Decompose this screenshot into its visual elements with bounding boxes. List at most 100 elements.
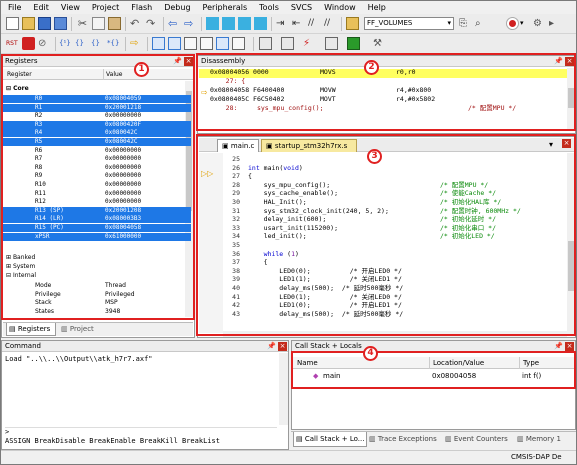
- register-row[interactable]: R14 (LR) 0x080003B3: [3, 215, 191, 224]
- code-line[interactable]: 37 {: [200, 258, 560, 266]
- step-into-icon[interactable]: {¹}: [59, 37, 72, 50]
- close-icon[interactable]: ×: [278, 342, 287, 351]
- editor-scrollbar[interactable]: [567, 153, 575, 335]
- tab-event-counters[interactable]: ▥ Event Counters: [445, 432, 513, 447]
- code-line[interactable]: 28 sys_mpu_config(); /* 配置MPU */: [200, 181, 560, 189]
- code-line[interactable]: 34 led_init(); /* 初始化LED */: [200, 232, 560, 240]
- pin-icon[interactable]: 📌: [267, 341, 276, 352]
- tab-call-stack[interactable]: ▤ Call Stack + Lo...: [293, 432, 367, 447]
- prev-bookmark-icon[interactable]: [222, 17, 235, 30]
- menu-view[interactable]: View: [54, 3, 85, 12]
- tab-list-chevron-icon[interactable]: ▾: [549, 140, 553, 149]
- save-icon[interactable]: [38, 17, 51, 30]
- next-bookmark-icon[interactable]: [238, 17, 251, 30]
- registers-window-icon[interactable]: [200, 37, 213, 50]
- tab-memory-1[interactable]: ▥ Memory 1: [517, 432, 574, 447]
- register-row[interactable]: R3 0x0800420F: [3, 120, 191, 129]
- register-value[interactable]: 0x00000000: [105, 181, 141, 189]
- redo-icon[interactable]: ↷: [146, 17, 159, 30]
- tab-registers[interactable]: ▤ Registers: [6, 323, 56, 336]
- bookmark-icon[interactable]: [206, 17, 219, 30]
- col-name[interactable]: Name: [297, 357, 318, 369]
- scroll-thumb[interactable]: [568, 88, 574, 108]
- more-icon[interactable]: ▸: [549, 17, 562, 30]
- debug-session-icon[interactable]: [506, 17, 519, 30]
- register-row[interactable]: R10 0x00000000: [3, 181, 191, 189]
- core-group[interactable]: ⊟ Core: [6, 85, 29, 92]
- incremental-find-icon[interactable]: ⎘: [459, 17, 472, 30]
- close-icon[interactable]: ×: [565, 57, 574, 66]
- register-row[interactable]: R4 0x080042C: [3, 129, 191, 138]
- chevron-down-icon[interactable]: ▾: [520, 19, 524, 27]
- system-group[interactable]: ⊞ System: [6, 263, 35, 270]
- disassembly-scrollbar[interactable]: [567, 68, 575, 131]
- disassembly-window-icon[interactable]: [168, 37, 181, 50]
- register-value[interactable]: 0x00000000: [105, 190, 141, 198]
- menu-edit[interactable]: Edit: [26, 3, 54, 12]
- code-line[interactable]: 31 sys_stm32_clock_init(240, 5, 2); /* 配置…: [200, 207, 560, 215]
- find-in-files-icon[interactable]: [346, 17, 359, 30]
- menu-tools[interactable]: Tools: [252, 3, 284, 12]
- step-out-icon[interactable]: {}: [91, 37, 104, 50]
- tab-trace-exceptions[interactable]: ▥ Trace Exceptions: [369, 432, 441, 447]
- register-value[interactable]: 0x00000000: [105, 172, 141, 180]
- editor-hscrollbar[interactable]: [223, 331, 567, 337]
- code-line[interactable]: 25: [200, 155, 560, 163]
- disassembly-line[interactable]: 0x08004056 0000 MOVS r0,r0: [210, 68, 565, 77]
- paste-icon[interactable]: [108, 17, 121, 30]
- tab-main-c[interactable]: ▣ main.c: [217, 139, 259, 152]
- register-row[interactable]: R1 0x20001218: [3, 103, 191, 112]
- nav-back-icon[interactable]: ⇦: [168, 17, 181, 30]
- stop-icon[interactable]: [22, 37, 35, 50]
- register-value[interactable]: 0x08004058: [105, 224, 141, 232]
- scroll-thumb[interactable]: [568, 241, 574, 291]
- col-location[interactable]: Location/Value: [429, 357, 484, 369]
- configure-icon[interactable]: ⚙: [533, 17, 546, 30]
- register-row[interactable]: R0 0x08004059: [3, 95, 191, 103]
- new-file-icon[interactable]: [6, 17, 19, 30]
- register-row[interactable]: R2 0x00000000: [3, 112, 191, 120]
- step-over-icon[interactable]: {}: [75, 37, 88, 50]
- close-icon[interactable]: ×: [565, 342, 574, 351]
- register-row[interactable]: R7 0x00000000: [3, 155, 191, 163]
- watch-window-icon[interactable]: [232, 37, 245, 50]
- reset-icon[interactable]: RST: [6, 37, 19, 50]
- run-to-cursor-icon[interactable]: *{}: [107, 37, 120, 50]
- code-line[interactable]: 27 {: [200, 172, 560, 180]
- col-register[interactable]: Register: [7, 69, 32, 80]
- register-value[interactable]: 0x00000000: [105, 147, 141, 155]
- find-combo[interactable]: FF_VOLUMES ▾: [364, 17, 454, 30]
- code-line[interactable]: 30 HAL_Init(); /* 初始化HAL库 */: [200, 198, 560, 206]
- register-value[interactable]: 0x080042C: [105, 138, 138, 146]
- register-row[interactable]: xPSR 0x61000000: [3, 232, 191, 241]
- trace-window-icon[interactable]: [325, 37, 338, 50]
- pin-icon[interactable]: 📌: [554, 341, 563, 352]
- register-row[interactable]: R9 0x00000000: [3, 172, 191, 180]
- save-all-icon[interactable]: [54, 17, 67, 30]
- show-next-statement-icon[interactable]: ⇨: [130, 37, 143, 50]
- menu-file[interactable]: File: [1, 3, 26, 12]
- disassembly-line[interactable]: 28: sys_mpu_config(); /* 配置MPU */: [210, 104, 565, 113]
- code-line[interactable]: 39 LED1(1); /* 关闭LED1 */: [200, 275, 560, 283]
- menu-debug[interactable]: Debug: [157, 3, 195, 12]
- disassembly-line[interactable]: 0x08004058 F6400400 MOVW r4,#0x800: [210, 86, 565, 95]
- system-viewer-icon[interactable]: [347, 37, 360, 50]
- register-value[interactable]: 0x08004059: [105, 95, 141, 103]
- menu-window[interactable]: Window: [317, 3, 361, 12]
- code-line[interactable]: 41 LED0(1); /* 关闭LED0 */: [200, 293, 560, 301]
- toolbox-icon[interactable]: ⚒: [373, 37, 386, 50]
- menu-peripherals[interactable]: Peripherals: [196, 3, 253, 12]
- tab-startup[interactable]: ▣ startup_stm32h7rx.s: [261, 139, 357, 152]
- register-row[interactable]: R5 0x080042C: [3, 138, 191, 146]
- analysis-window-icon[interactable]: ⚡: [303, 37, 316, 50]
- register-row[interactable]: R12 0x00000000: [3, 198, 191, 206]
- code-line[interactable]: 33 usart_init(115200); /* 初始化串口 */: [200, 224, 560, 232]
- register-row[interactable]: R13 (SP) 0x20001208: [3, 206, 191, 215]
- code-line[interactable]: 26 int main(void): [200, 164, 560, 172]
- open-folder-icon[interactable]: [22, 17, 35, 30]
- serial-window-icon[interactable]: [281, 37, 294, 50]
- undo-icon[interactable]: ↶: [130, 17, 143, 30]
- memory-window-icon[interactable]: [259, 37, 272, 50]
- pin-icon[interactable]: 📌: [554, 56, 563, 67]
- close-icon[interactable]: ×: [184, 57, 193, 66]
